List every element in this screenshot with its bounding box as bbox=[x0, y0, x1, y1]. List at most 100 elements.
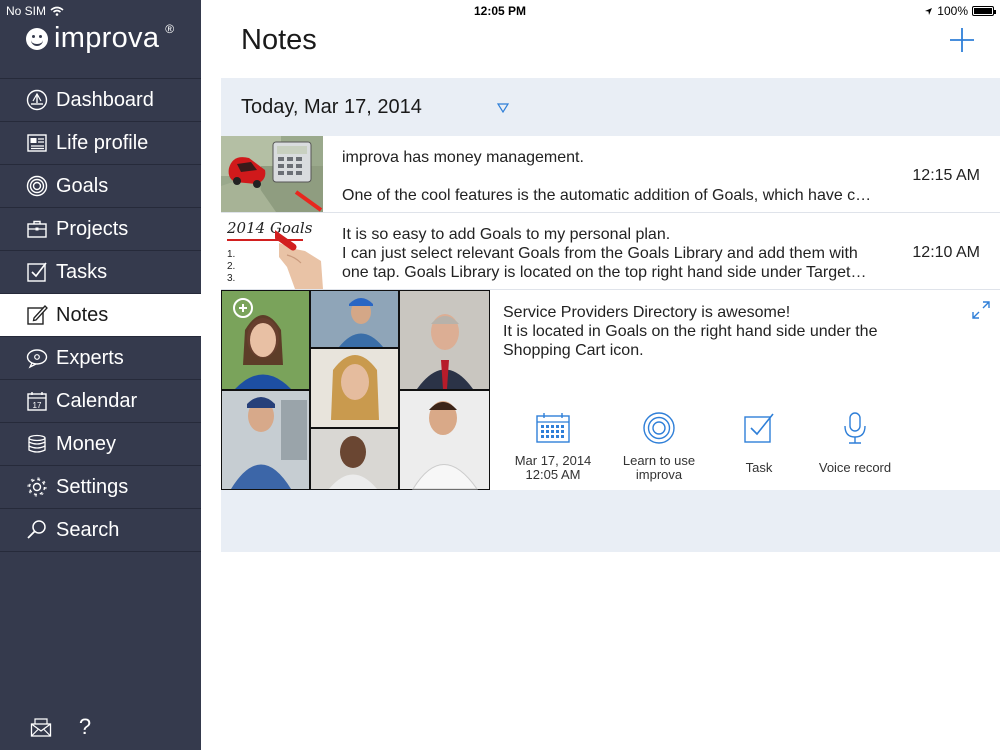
note-title: It is so easy to add Goals to my persona… bbox=[342, 226, 671, 243]
life-profile-icon bbox=[26, 132, 48, 154]
sidebar-item-label: Goals bbox=[56, 174, 109, 197]
status-time: 12:05 PM bbox=[473, 4, 527, 18]
sidebar-item-label: Notes bbox=[56, 303, 109, 326]
battery-label: 100% bbox=[937, 4, 968, 18]
smiley-logo-icon bbox=[26, 27, 48, 50]
action-label: Learn to use improva bbox=[609, 454, 709, 482]
sidebar-item-label: Projects bbox=[56, 217, 129, 240]
sidebar-item-calendar[interactable]: 17 Calendar bbox=[0, 380, 201, 423]
sidebar-item-settings[interactable]: Settings bbox=[0, 466, 201, 509]
brand-logo: improva ® bbox=[26, 22, 174, 55]
add-note-button[interactable] bbox=[948, 26, 976, 54]
action-label: Task bbox=[745, 460, 773, 475]
note-time: 12:15 AM bbox=[912, 167, 980, 184]
sidebar-item-label: Settings bbox=[56, 475, 129, 498]
search-icon bbox=[26, 519, 48, 541]
action-label: Voice record bbox=[818, 460, 892, 475]
note-title: Service Providers Directory is awesome! bbox=[503, 304, 791, 321]
note-text: improva has money management. One of the… bbox=[342, 148, 900, 205]
note-item[interactable]: improva has money management. One of the… bbox=[221, 136, 1000, 213]
calendar-icon: 17 bbox=[26, 390, 48, 412]
thumb-list-item: 2. bbox=[227, 261, 236, 272]
note-text: Service Providers Directory is awesome! … bbox=[503, 303, 923, 360]
page-title: Notes bbox=[241, 24, 317, 56]
note-body-line: one tap. Goals Library is located on the… bbox=[342, 264, 867, 281]
notes-list: Today, Mar 17, 2014 improva has money ma… bbox=[221, 78, 1000, 552]
svg-text:17: 17 bbox=[33, 401, 42, 410]
sidebar-item-label: Calendar bbox=[56, 389, 138, 412]
note-goal-action[interactable]: Learn to use improva bbox=[609, 408, 709, 482]
help-icon[interactable]: ? bbox=[74, 716, 96, 738]
sidebar-item-label: Search bbox=[56, 518, 120, 541]
sidebar-item-dashboard[interactable]: Dashboard bbox=[0, 79, 201, 122]
expand-icon bbox=[972, 301, 990, 319]
goals-list-thumbnail: 2014 Goals 1. 2. 3. bbox=[221, 213, 323, 289]
action-label-line: Learn to use bbox=[622, 453, 696, 468]
date-header: Today, Mar 17, 2014 bbox=[221, 78, 1000, 136]
sidebar-item-money[interactable]: Money bbox=[0, 423, 201, 466]
action-label-line: improva bbox=[635, 467, 683, 482]
note-text: It is so easy to add Goals to my persona… bbox=[342, 225, 900, 282]
thumb-list-item: 3. bbox=[227, 273, 236, 284]
hand-with-marker bbox=[275, 230, 323, 289]
thumb-list-item: 1. bbox=[227, 249, 236, 260]
registered-mark: ® bbox=[165, 21, 175, 36]
sidebar-item-tasks[interactable]: Tasks bbox=[0, 251, 201, 294]
microphone-icon bbox=[844, 412, 866, 444]
date-label: Today, Mar 17, 2014 bbox=[241, 95, 422, 118]
people-collage bbox=[221, 290, 490, 490]
note-body-line: Shopping Cart icon. bbox=[503, 342, 644, 359]
sidebar-item-goals[interactable]: Goals bbox=[0, 165, 201, 208]
plus-icon bbox=[950, 28, 974, 52]
battery-icon bbox=[972, 6, 996, 16]
sidebar-footer: ? bbox=[30, 716, 96, 743]
help-glyph: ? bbox=[78, 714, 92, 739]
speech-bubble-icon bbox=[26, 347, 48, 369]
note-task-action[interactable]: Task bbox=[709, 408, 809, 475]
location-icon bbox=[925, 7, 933, 15]
note-voice-action[interactable]: Voice record bbox=[805, 408, 905, 475]
action-label-line: 12:05 AM bbox=[525, 467, 581, 482]
action-label: Mar 17, 2014 12:05 AM bbox=[503, 454, 603, 482]
coins-icon bbox=[26, 433, 48, 455]
thumb-list: 1. 2. 3. bbox=[227, 249, 235, 285]
briefcase-icon bbox=[26, 218, 48, 240]
target-icon bbox=[643, 412, 675, 444]
note-date-action[interactable]: Mar 17, 2014 12:05 AM bbox=[503, 408, 603, 482]
status-bar: No SIM 12:05 PM 100% bbox=[0, 0, 1000, 22]
note-body: One of the cool features is the automati… bbox=[342, 187, 872, 204]
note-body-line: It is located in Goals on the right hand… bbox=[503, 323, 878, 340]
task-check-icon bbox=[744, 413, 774, 443]
sidebar-item-label: Experts bbox=[56, 346, 124, 369]
sidebar-item-projects[interactable]: Projects bbox=[0, 208, 201, 251]
dashboard-icon bbox=[26, 89, 48, 111]
sidebar-item-search[interactable]: Search bbox=[0, 509, 201, 552]
sidebar-item-label: Life profile bbox=[56, 131, 149, 154]
sidebar-nav: Dashboard Life profile Goals Projects Ta… bbox=[0, 78, 201, 552]
sidebar-item-notes[interactable]: Notes bbox=[0, 294, 201, 337]
note-body-line: I can just select relevant Goals from th… bbox=[342, 245, 858, 262]
money-thumbnail bbox=[221, 136, 323, 212]
date-picker-toggle[interactable] bbox=[496, 100, 510, 118]
goals-icon bbox=[26, 175, 48, 197]
sidebar-item-label: Tasks bbox=[56, 260, 108, 283]
sidebar-item-life-profile[interactable]: Life profile bbox=[0, 122, 201, 165]
sidebar: improva ® Dashboard Life profile Goals P… bbox=[0, 0, 201, 750]
mail-icon[interactable] bbox=[30, 716, 52, 743]
note-item-expanded[interactable]: Service Providers Directory is awesome! … bbox=[221, 290, 1000, 490]
checkbox-icon bbox=[26, 261, 48, 283]
gear-icon bbox=[26, 476, 48, 498]
sidebar-item-label: Dashboard bbox=[56, 88, 154, 111]
notes-icon bbox=[26, 304, 48, 326]
status-right: 100% bbox=[924, 4, 996, 18]
sidebar-item-label: Money bbox=[56, 432, 117, 455]
app-window: No SIM 12:05 PM 100% improva ® Dashboard bbox=[0, 0, 1000, 750]
brand-name: improva bbox=[54, 22, 160, 54]
sidebar-item-experts[interactable]: Experts bbox=[0, 337, 201, 380]
note-item[interactable]: 2014 Goals 1. 2. 3. It is so easy to add… bbox=[221, 213, 1000, 290]
calendar-grid-icon bbox=[536, 413, 570, 443]
triangle-down-icon bbox=[496, 103, 510, 114]
note-time: 12:10 AM bbox=[912, 244, 980, 261]
expand-button[interactable] bbox=[972, 301, 990, 324]
action-label-line: Mar 17, 2014 bbox=[514, 453, 592, 468]
